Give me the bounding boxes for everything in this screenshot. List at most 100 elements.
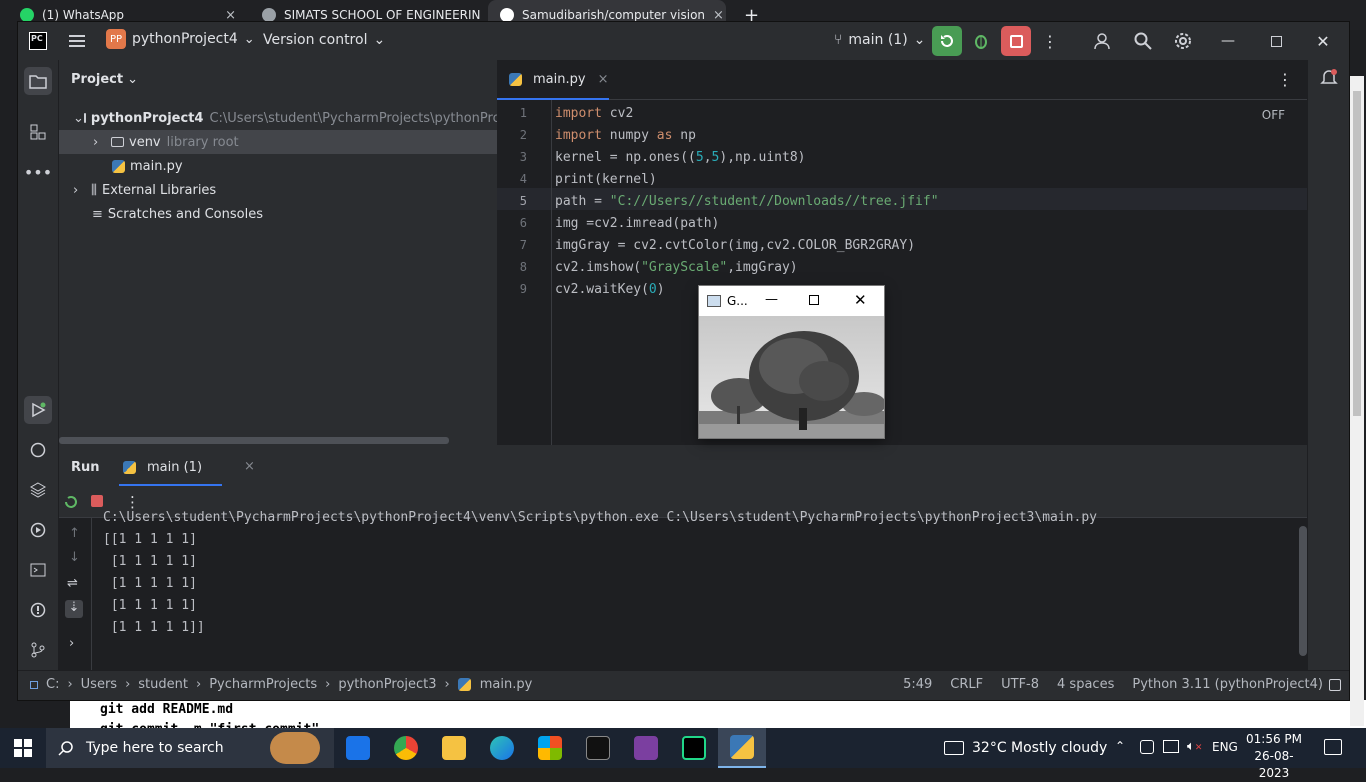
minimize-icon[interactable]: — xyxy=(765,292,778,307)
project-tool-icon[interactable] xyxy=(24,67,52,95)
weather-widget[interactable]: 32°C Mostly cloudy xyxy=(944,728,1107,768)
edge-icon[interactable] xyxy=(478,728,526,768)
close-window-icon[interactable]: ✕ xyxy=(1313,31,1333,51)
maximize-icon[interactable] xyxy=(809,295,819,305)
start-button[interactable] xyxy=(0,728,46,768)
close-tab-icon[interactable]: × xyxy=(598,72,609,87)
language-indicator[interactable]: ENG xyxy=(1212,740,1238,754)
more-tools-icon[interactable]: ••• xyxy=(24,158,52,186)
version-control-menu[interactable]: Version control ⌄ xyxy=(263,32,385,48)
breadcrumb-item[interactable]: Users xyxy=(81,677,117,692)
close-tab-icon[interactable]: × xyxy=(225,8,236,23)
stop-button[interactable] xyxy=(1001,26,1031,56)
chrome-icon[interactable] xyxy=(382,728,430,768)
code-line[interactable]: cv2.waitKey(0) xyxy=(555,282,665,297)
tree-item-venv[interactable]: › venv library root xyxy=(59,130,497,154)
chevron-right-icon: › xyxy=(93,134,99,150)
mail-icon[interactable] xyxy=(334,728,382,768)
python-interpreter[interactable]: Python 3.11 (pythonProject4) xyxy=(1132,677,1323,692)
code-line[interactable]: import cv2 xyxy=(555,106,633,121)
pycharm-icon[interactable] xyxy=(670,728,718,768)
taskbar-search-box[interactable]: Type here to search xyxy=(46,728,334,768)
meet-now-icon[interactable] xyxy=(1140,740,1154,754)
inspection-widget[interactable]: OFF xyxy=(1262,108,1285,122)
add-user-icon[interactable] xyxy=(1093,31,1113,51)
run-tool-icon[interactable] xyxy=(24,396,52,424)
clock[interactable]: 01:56 PM 26-08-2023 xyxy=(1244,731,1304,782)
down-arrow-icon[interactable]: ↓ xyxy=(69,550,80,565)
code-line[interactable]: cv2.imshow("GrayScale",imgGray) xyxy=(555,260,798,275)
rerun-button[interactable] xyxy=(932,26,962,56)
stop-icon[interactable] xyxy=(91,495,103,507)
tree-item-project-root[interactable]: ⌄ pythonProject4 C:\Users\student\Pychar… xyxy=(59,106,497,130)
code-line[interactable]: imgGray = cv2.cvtColor(img,cv2.COLOR_BGR… xyxy=(555,238,915,253)
volume-muted-icon[interactable]: 🔈︎✕ xyxy=(1187,739,1202,754)
services-icon[interactable] xyxy=(24,516,52,544)
lock-icon[interactable] xyxy=(1329,679,1341,691)
debug-button[interactable] xyxy=(971,31,991,51)
tree-item-external-libraries[interactable]: › ⫼ External Libraries xyxy=(59,178,497,202)
hamburger-menu-icon[interactable] xyxy=(68,32,86,50)
line-number: 2 xyxy=(519,128,527,142)
run-tab-main[interactable]: main (1) xyxy=(119,450,222,486)
scroll-to-end-icon[interactable]: ⇣ xyxy=(65,600,83,618)
terminal-icon[interactable] xyxy=(574,728,622,768)
chevron-up-icon[interactable]: ⌃ xyxy=(1115,739,1125,753)
console-scrollbar[interactable] xyxy=(1299,526,1307,656)
caret-position[interactable]: 5:49 xyxy=(903,677,932,692)
close-icon[interactable]: ✕ xyxy=(854,291,867,309)
project-panel-header[interactable]: Project ⌄ xyxy=(71,72,138,87)
up-arrow-icon[interactable]: ↑ xyxy=(69,526,80,541)
breadcrumb-item[interactable]: pythonProject3 xyxy=(338,677,436,692)
python-icon[interactable] xyxy=(718,728,766,768)
tree-item-scratches[interactable]: ≡ Scratches and Consoles xyxy=(59,202,497,226)
maximize-window-icon[interactable] xyxy=(1266,31,1286,51)
code-line[interactable]: path = "C://Users//student//Downloads//t… xyxy=(555,194,939,209)
more-options-icon[interactable]: ⋮ xyxy=(1040,31,1060,51)
close-tab-icon[interactable]: × xyxy=(244,459,255,474)
popup-title-bar[interactable]: G... — ✕ xyxy=(699,286,884,316)
notification-center-icon[interactable] xyxy=(1324,739,1342,755)
file-encoding[interactable]: UTF-8 xyxy=(1001,677,1039,692)
console-line: [1 1 1 1 1] xyxy=(103,554,197,569)
grayscale-image-window[interactable]: G... — ✕ xyxy=(699,286,886,438)
close-tab-icon[interactable]: × xyxy=(713,8,724,23)
network-icon[interactable] xyxy=(1163,740,1179,753)
project-switcher[interactable]: PP pythonProject4 ⌄ xyxy=(106,29,255,49)
line-number: 4 xyxy=(519,172,527,186)
horizontal-scrollbar[interactable] xyxy=(59,437,449,444)
minimize-window-icon[interactable]: — xyxy=(1218,31,1238,51)
problems-icon[interactable] xyxy=(24,596,52,624)
code-line[interactable]: import numpy as np xyxy=(555,128,696,143)
structure-tool-icon[interactable] xyxy=(24,118,52,146)
more-options-icon[interactable]: ⋮ xyxy=(125,493,140,511)
editor-more-icon[interactable]: ⋮ xyxy=(1277,70,1293,89)
line-number-gutter: 1 2 3 4 5 6 7 8 9 xyxy=(497,100,552,445)
file-explorer-icon[interactable] xyxy=(430,728,478,768)
soft-wrap-icon[interactable]: ⇌ xyxy=(67,576,78,591)
search-icon[interactable] xyxy=(1133,31,1153,51)
breadcrumb-item[interactable]: main.py xyxy=(480,677,533,692)
breadcrumb-item[interactable]: student xyxy=(138,677,188,692)
code-line[interactable]: img =cv2.imread(path) xyxy=(555,216,719,231)
run-config-selector[interactable]: ⑂ main (1) ⌄ xyxy=(834,32,925,48)
python-console-icon[interactable] xyxy=(24,436,52,464)
editor-tab-main-py[interactable]: main.py × xyxy=(497,60,609,100)
code-line[interactable]: print(kernel) xyxy=(555,172,657,187)
python-packages-icon[interactable] xyxy=(24,476,52,504)
indent-setting[interactable]: 4 spaces xyxy=(1057,677,1114,692)
rerun-icon[interactable] xyxy=(63,494,79,510)
chevron-right-icon: › xyxy=(73,182,79,198)
git-icon[interactable] xyxy=(24,636,52,664)
devcpp-icon[interactable] xyxy=(622,728,670,768)
code-line[interactable]: kernel = np.ones((5,5),np.uint8) xyxy=(555,150,805,165)
tree-item-main-py[interactable]: main.py xyxy=(59,154,497,178)
notifications-bell-icon[interactable] xyxy=(1320,68,1338,90)
breadcrumb-item[interactable]: PycharmProjects xyxy=(209,677,317,692)
line-separator[interactable]: CRLF xyxy=(950,677,983,692)
breadcrumb-item[interactable]: C: xyxy=(46,677,59,692)
terminal-tool-icon[interactable] xyxy=(24,556,52,584)
gear-icon[interactable] xyxy=(1173,31,1193,51)
background-scrollbar[interactable] xyxy=(1350,76,1364,726)
store-icon[interactable] xyxy=(526,728,574,768)
